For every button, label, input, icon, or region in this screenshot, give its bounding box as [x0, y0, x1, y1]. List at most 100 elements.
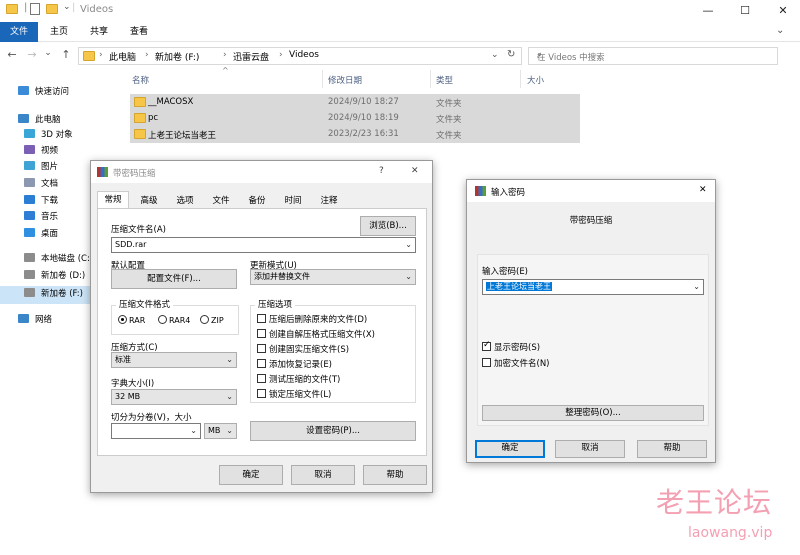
sidebar-item-label: 下载	[41, 196, 59, 206]
file-row[interactable]: 上老王论坛当老王 2023/2/23 16:31 文件夹	[130, 126, 580, 143]
file-row[interactable]: pc 2024/9/10 18:19 文件夹	[130, 110, 580, 127]
refresh-icon[interactable]: ↻	[507, 49, 515, 60]
file-name: 上老王论坛当老王	[148, 131, 217, 141]
sidebar-item[interactable]: 网络	[18, 312, 52, 328]
archive-name-field[interactable]: SDD.rar ⌄	[111, 237, 416, 253]
breadcrumb-this-pc[interactable]: 此电脑	[109, 50, 136, 63]
option-checkbox[interactable]: 锁定压缩文件(L)	[257, 388, 331, 400]
format-rar-radio[interactable]: RAR	[118, 315, 145, 325]
properties-icon[interactable]	[30, 3, 40, 15]
sidebar-item[interactable]: 快速访问	[18, 84, 69, 100]
forward-button[interactable]: →	[24, 48, 40, 61]
option-checkbox[interactable]: 测试压缩的文件(T)	[257, 373, 340, 385]
recent-locations-button[interactable]: ⌄	[40, 48, 56, 58]
split-unit-select[interactable]: MB ⌄	[204, 423, 237, 439]
breadcrumb-videos[interactable]: Videos	[289, 50, 319, 60]
address-bar[interactable]: › 此电脑 › 新加卷 (F:) › 迅雷云盘 › Videos ⌄ ↻	[78, 47, 522, 65]
help-button[interactable]: 帮助	[363, 465, 427, 485]
dict-select[interactable]: 32 MB ⌄	[111, 389, 237, 405]
format-zip-label: ZIP	[211, 316, 224, 325]
customize-quick-access-icon[interactable]: ⌄	[63, 2, 71, 12]
tab-general[interactable]: 常规	[97, 191, 129, 209]
browse-button[interactable]: 浏览(B)...	[360, 216, 416, 236]
cancel-button[interactable]: 取消	[291, 465, 355, 485]
sort-arrow-icon: ^	[222, 66, 229, 75]
breadcrumb-drive-f[interactable]: 新加卷 (F:)	[155, 50, 199, 63]
back-button[interactable]: ←	[4, 48, 20, 61]
sidebar-item[interactable]: 3D 对象	[24, 127, 73, 143]
sidebar-item[interactable]: 文档	[24, 176, 58, 192]
star-icon	[18, 86, 29, 95]
sidebar-item[interactable]: 新加卷 (F:)	[24, 286, 83, 302]
show-password-label: 显示密码(S)	[494, 343, 541, 353]
sidebar-item[interactable]: 新加卷 (D:)	[24, 268, 85, 284]
general-panel: 压缩文件名(A) 浏览(B)... SDD.rar ⌄ 默认配置 配置文件(F)…	[97, 208, 427, 456]
column-size[interactable]: 大小	[527, 74, 544, 86]
column-divider	[430, 70, 431, 88]
ribbon-expand-icon[interactable]: ⌄	[776, 25, 784, 36]
up-button[interactable]: ↑	[58, 48, 74, 61]
column-name[interactable]: 名称	[132, 74, 149, 86]
sidebar-item[interactable]: 音乐	[24, 209, 58, 225]
sidebar-item[interactable]: 桌面	[24, 226, 58, 242]
file-row[interactable]: __MACOSX 2024/9/10 18:27 文件夹	[130, 94, 580, 111]
ok-button[interactable]: 确定	[219, 465, 283, 485]
tab-home[interactable]: 主页	[40, 22, 78, 42]
password-dialog-close-button[interactable]: ✕	[699, 185, 707, 195]
breadcrumb-separator: ›	[223, 50, 227, 60]
option-checkbox[interactable]: 创建自解压格式压缩文件(X)	[257, 328, 375, 340]
sidebar-item[interactable]: 本地磁盘 (C:)	[24, 251, 93, 267]
tab-share[interactable]: 共享	[80, 22, 118, 42]
split-size-input[interactable]: ⌄	[111, 423, 201, 439]
drive-icon	[24, 253, 35, 262]
tab-options[interactable]: 选项	[169, 194, 201, 206]
dict-label: 字典大小(I)	[111, 379, 155, 389]
format-rar4-radio[interactable]: RAR4	[158, 315, 190, 325]
set-password-button[interactable]: 设置密码(P)...	[250, 421, 416, 441]
password-help-button[interactable]: 帮助	[637, 440, 707, 458]
sidebar-item[interactable]: 此电脑	[18, 112, 61, 128]
show-password-checkbox[interactable]: 显示密码(S)	[482, 340, 541, 353]
breadcrumb-separator: ›	[145, 50, 149, 60]
archive-dialog-close-button[interactable]: ✕	[411, 166, 419, 176]
title-bar: | ⌄ | Videos — ☐ ✕	[0, 0, 800, 22]
help-icon[interactable]: ?	[379, 166, 384, 176]
method-select[interactable]: 标准 ⌄	[111, 352, 237, 368]
update-mode-select[interactable]: 添加并替换文件 ⌄	[250, 269, 416, 285]
breadcrumb-xunlei[interactable]: 迅雷云盘	[233, 50, 269, 63]
chevron-down-icon: ⌄	[190, 426, 197, 435]
sidebar-item[interactable]: 视频	[24, 143, 58, 159]
option-checkbox[interactable]: 压缩后删除原来的文件(D)	[257, 313, 367, 325]
tab-advanced[interactable]: 高级	[133, 194, 165, 206]
format-zip-radio[interactable]: ZIP	[200, 315, 224, 325]
folder-icon	[134, 97, 146, 107]
column-type[interactable]: 类型	[436, 74, 453, 86]
tab-comment[interactable]: 注释	[313, 194, 345, 206]
radio-dot	[200, 315, 209, 324]
file-date: 2024/9/10 18:27	[328, 97, 399, 107]
update-mode-value: 添加并替换文件	[254, 272, 310, 281]
password-ok-button[interactable]: 确定	[475, 440, 545, 458]
profile-button[interactable]: 配置文件(F)...	[111, 269, 237, 289]
option-checkbox[interactable]: 添加恢复记录(E)	[257, 358, 332, 370]
password-input[interactable]: 上老王论坛当老王 ⌄	[482, 279, 704, 295]
encrypt-names-checkbox[interactable]: 加密文件名(N)	[482, 357, 550, 369]
checkbox-box	[257, 389, 266, 398]
close-button[interactable]: ✕	[760, 0, 800, 22]
password-cancel-button[interactable]: 取消	[555, 440, 625, 458]
column-date[interactable]: 修改日期	[328, 74, 362, 86]
sidebar-item[interactable]: 图片	[24, 159, 58, 175]
search-input[interactable]: 在 Videos 中搜索 ⌕	[528, 47, 778, 65]
chevron-down-icon: ⌄	[693, 282, 700, 291]
address-dropdown-icon[interactable]: ⌄	[491, 50, 499, 60]
sidebar-item[interactable]: 下载	[24, 193, 58, 209]
option-checkbox[interactable]: 创建固实压缩文件(S)	[257, 343, 349, 355]
organize-passwords-button[interactable]: 整理密码(O)...	[482, 405, 704, 421]
tab-time[interactable]: 时间	[277, 194, 309, 206]
sidebar-item-label: 文档	[41, 179, 59, 189]
tab-files[interactable]: 文件	[205, 194, 237, 206]
tab-file[interactable]: 文件	[0, 22, 39, 42]
new-folder-icon[interactable]	[46, 4, 58, 14]
tab-view[interactable]: 查看	[120, 22, 158, 42]
tab-backup[interactable]: 备份	[241, 194, 273, 206]
